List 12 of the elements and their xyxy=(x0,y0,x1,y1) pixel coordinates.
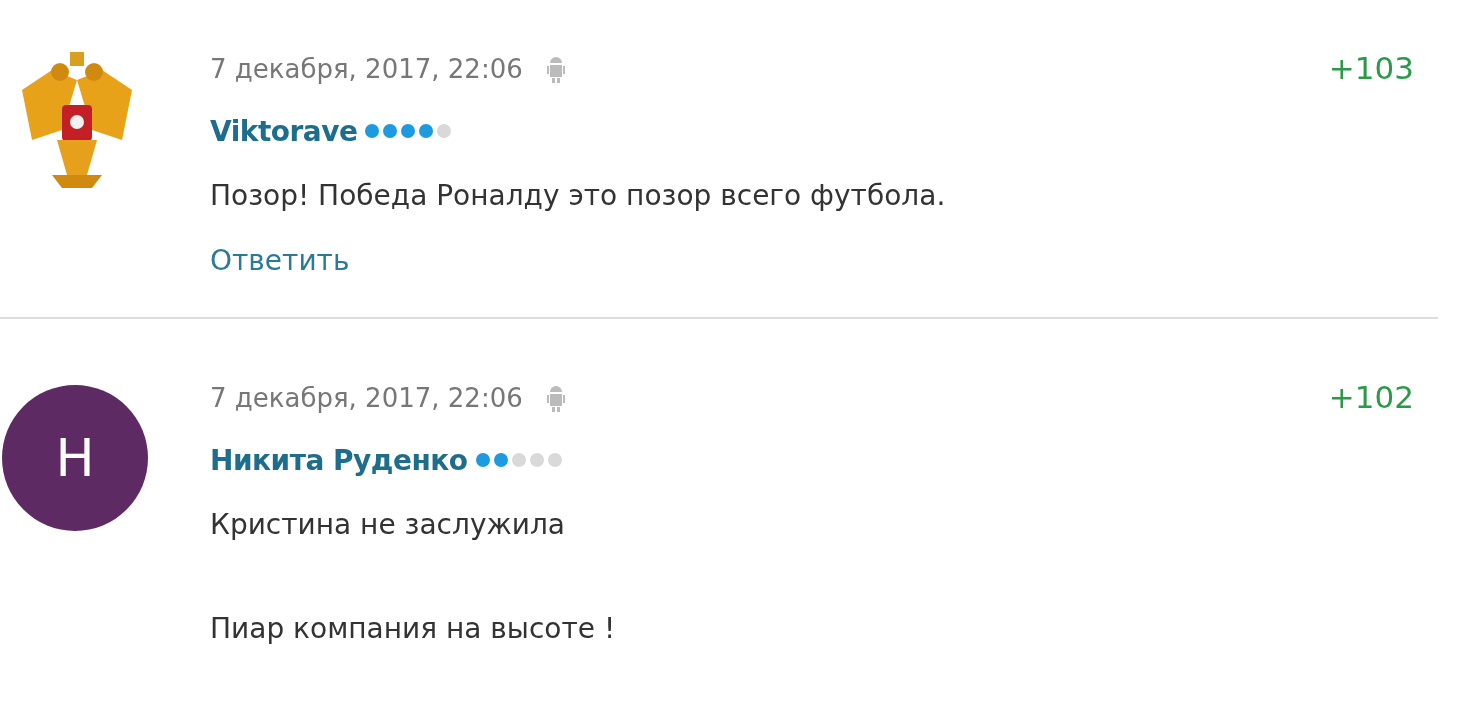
author-name: Никита Руденко xyxy=(210,443,468,477)
comment-date: 7 декабря, 2017, 22:06 xyxy=(210,383,523,413)
comment-text: Позор! Победа Роналду это позор всего футбола. xyxy=(210,178,947,214)
comment-date: 7 декабря, 2017, 22:06 xyxy=(210,54,523,84)
avatar: Н xyxy=(2,385,148,531)
android-icon xyxy=(546,55,565,83)
comment-score: +103 xyxy=(1328,50,1414,88)
reply-link[interactable]: Ответить xyxy=(210,244,350,277)
android-icon xyxy=(546,384,565,412)
author-name: Viktorave xyxy=(210,114,358,148)
comment-score: +102 xyxy=(1328,379,1414,417)
comment-text: Кристина не заслужила Пиар компания на высоте ! xyxy=(210,507,617,647)
